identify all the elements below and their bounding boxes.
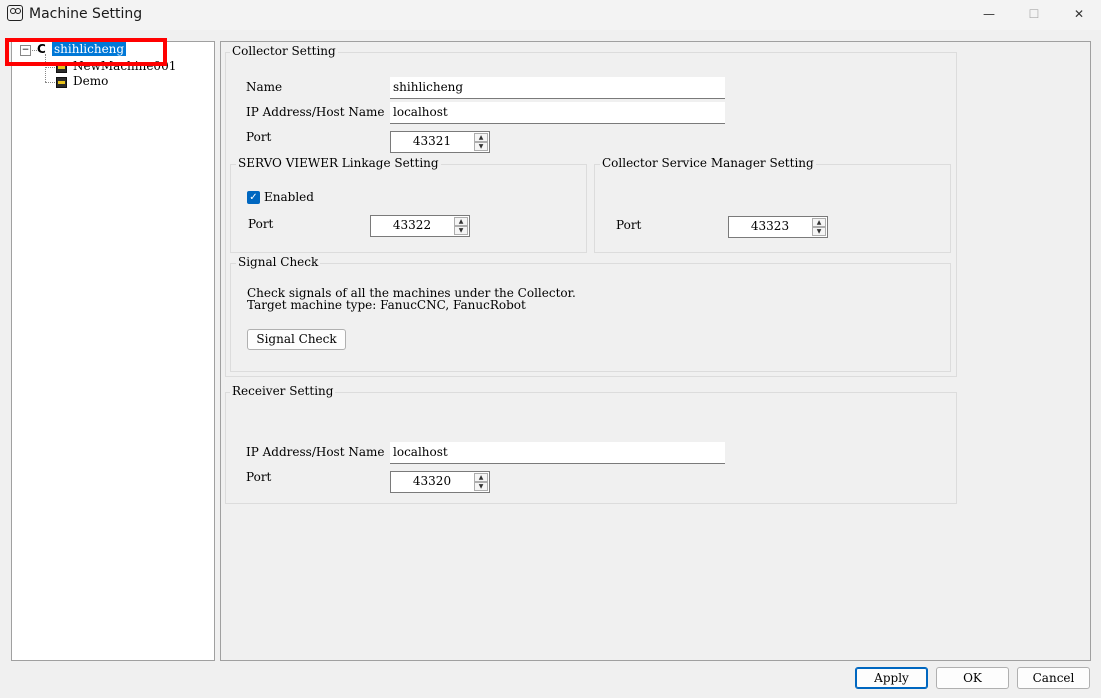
maximize-button[interactable]: ☐	[1011, 0, 1057, 30]
minimize-button[interactable]: —	[966, 0, 1012, 30]
spin-down-icon[interactable]: ▼	[812, 227, 826, 236]
ip-label: IP Address/Host Name	[246, 105, 385, 119]
tree-node-demo[interactable]: Demo	[73, 74, 108, 88]
service-port-spinner[interactable]: 43323 ▲ ▼	[728, 216, 828, 238]
service-manager-title: Collector Service Manager Setting	[600, 156, 816, 170]
collector-setting-title: Collector Setting	[230, 44, 338, 58]
spin-down-icon[interactable]: ▼	[474, 482, 488, 491]
machine-icon	[56, 77, 67, 88]
machine-tree[interactable]: − C shihlicheng NewMachine001 Demo	[11, 41, 215, 661]
tree-line	[45, 82, 55, 83]
servo-port-value: 43322	[392, 218, 432, 232]
name-field[interactable]: shihlicheng	[390, 77, 725, 99]
receiver-ip-label: IP Address/Host Name	[246, 445, 385, 459]
collector-port-value: 43321	[412, 134, 452, 148]
spin-up-icon[interactable]: ▲	[474, 473, 488, 482]
receiver-port-spinner[interactable]: 43320 ▲ ▼	[390, 471, 490, 493]
port-label: Port	[246, 130, 272, 144]
spin-up-icon[interactable]: ▲	[454, 217, 468, 226]
signal-check-title: Signal Check	[236, 255, 321, 269]
signal-check-group	[230, 263, 951, 372]
spin-up-icon[interactable]: ▲	[474, 133, 488, 142]
servo-port-spinner[interactable]: 43322 ▲ ▼	[370, 215, 470, 237]
cancel-button[interactable]: Cancel	[1017, 667, 1090, 689]
title-bar: Machine Setting — ☐ ✕	[0, 0, 1101, 30]
apply-button[interactable]: Apply	[855, 667, 928, 689]
receiver-port-value: 43320	[412, 474, 452, 488]
close-button[interactable]: ✕	[1056, 0, 1101, 30]
servo-linkage-group	[230, 164, 587, 253]
tree-line	[45, 67, 55, 68]
name-label: Name	[246, 80, 283, 94]
receiver-setting-title: Receiver Setting	[230, 384, 336, 398]
ip-field[interactable]: localhost	[390, 102, 725, 124]
signal-check-target: Target machine type: FanucCNC, FanucRobo…	[247, 298, 526, 312]
service-port-value: 43323	[750, 219, 790, 233]
receiver-ip-field[interactable]: localhost	[390, 442, 725, 464]
spin-down-icon[interactable]: ▼	[474, 142, 488, 151]
servo-port-label: Port	[248, 217, 274, 231]
enabled-checkbox[interactable]: ✓	[247, 191, 260, 204]
service-manager-group	[594, 164, 951, 253]
collector-port-spinner[interactable]: 43321 ▲ ▼	[390, 131, 490, 153]
window-title: Machine Setting	[29, 6, 143, 22]
highlight-box	[5, 38, 167, 66]
enabled-label: Enabled	[264, 190, 314, 204]
spin-up-icon[interactable]: ▲	[812, 218, 826, 227]
servo-linkage-title: SERVO VIEWER Linkage Setting	[236, 156, 441, 170]
service-port-label: Port	[616, 218, 642, 232]
receiver-port-label: Port	[246, 470, 272, 484]
signal-check-button[interactable]: Signal Check	[247, 329, 346, 350]
spin-down-icon[interactable]: ▼	[454, 226, 468, 235]
app-icon	[7, 5, 23, 21]
ok-button[interactable]: OK	[936, 667, 1009, 689]
